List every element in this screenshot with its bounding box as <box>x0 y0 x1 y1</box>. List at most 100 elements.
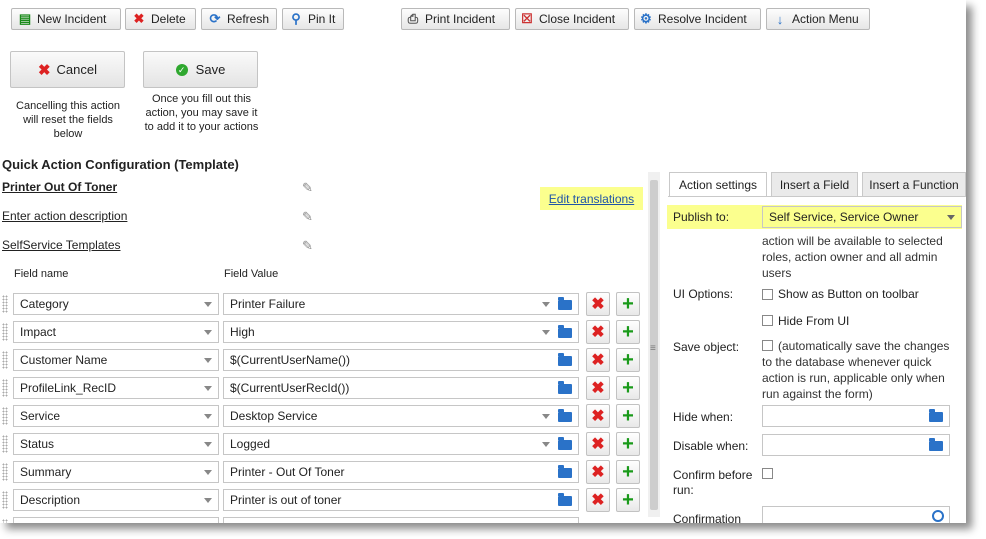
drag-handle-icon[interactable] <box>2 407 8 425</box>
delete-x-icon: ✖ <box>591 380 605 397</box>
save-button[interactable]: ✓ Save <box>143 51 258 88</box>
confirmation-input[interactable] <box>762 506 950 523</box>
remove-field-button[interactable]: ✖ <box>586 348 610 372</box>
refresh-button[interactable]: ⟳ Refresh <box>201 8 277 30</box>
cancel-button[interactable]: ✖ Cancel <box>10 51 125 88</box>
plus-icon: + <box>622 320 634 343</box>
delete-button[interactable]: ✖ Delete <box>125 8 196 30</box>
tab-insert-field[interactable]: Insert a Field <box>771 172 858 196</box>
field-value-input[interactable]: $(CurrentUserRecId()) <box>223 377 579 399</box>
remove-field-button[interactable]: ✖ <box>586 404 610 428</box>
folder-icon[interactable] <box>558 381 572 394</box>
remove-field-button[interactable]: ✖ <box>586 292 610 316</box>
field-value-text: $(CurrentUserName()) <box>230 353 351 367</box>
folder-icon[interactable] <box>558 465 572 478</box>
field-name-select[interactable]: Status <box>13 433 219 455</box>
disable-when-input[interactable] <box>762 434 950 456</box>
confirm-before-run-label: Confirm before run: <box>673 468 753 497</box>
field-name-select[interactable]: Service <box>13 405 219 427</box>
edit-description-pencil-icon[interactable]: ✎ <box>302 209 316 224</box>
field-name-select[interactable]: Customer Name <box>13 349 219 371</box>
chevron-down-icon <box>204 330 212 335</box>
remove-field-button[interactable]: ✖ <box>586 432 610 456</box>
field-name-select[interactable]: Category <box>13 293 219 315</box>
field-name-select[interactable]: Impact <box>13 321 219 343</box>
new-incident-button[interactable]: ▤ New Incident <box>11 8 121 30</box>
ui-options-label: UI Options: <box>673 287 734 301</box>
remove-field-button[interactable]: ✖ <box>586 376 610 400</box>
delete-x-icon: ✖ <box>133 11 145 26</box>
add-field-button[interactable]: + <box>616 432 640 456</box>
publish-to-value: Self Service, Service Owner <box>769 210 919 224</box>
edit-category-pencil-icon[interactable]: ✎ <box>302 238 316 253</box>
show-as-button-checkbox[interactable] <box>762 289 773 300</box>
field-value-input[interactable]: Logged <box>223 433 579 455</box>
add-field-button[interactable]: + <box>616 320 640 344</box>
drag-handle-icon[interactable] <box>2 323 8 341</box>
confirm-before-run-checkbox[interactable] <box>762 468 773 479</box>
field-name-value: Category <box>20 297 69 311</box>
globe-icon[interactable] <box>932 510 944 522</box>
close-incident-button[interactable]: ☒ Close Incident <box>515 8 629 30</box>
drag-handle-icon[interactable] <box>2 379 8 397</box>
folder-icon[interactable] <box>929 438 943 451</box>
tab-insert-function[interactable]: Insert a Function <box>862 172 966 196</box>
chevron-down-icon <box>204 358 212 363</box>
field-name-select[interactable] <box>13 517 219 523</box>
drag-handle-icon[interactable] <box>2 351 8 369</box>
drag-handle-icon[interactable] <box>2 491 8 509</box>
drag-handle-icon[interactable] <box>2 463 8 481</box>
drag-handle-icon[interactable] <box>2 295 8 313</box>
action-menu-button[interactable]: ↓ Action Menu <box>766 8 870 30</box>
pane-splitter-handle[interactable]: ≡ <box>650 343 656 354</box>
folder-icon[interactable] <box>558 493 572 506</box>
field-value-input[interactable]: Printer is out of toner <box>223 489 579 511</box>
add-field-button[interactable]: + <box>616 348 640 372</box>
add-field-button[interactable]: + <box>616 488 640 512</box>
remove-field-button[interactable]: ✖ <box>586 488 610 512</box>
field-name-select[interactable]: Summary <box>13 461 219 483</box>
hide-when-input[interactable] <box>762 405 950 427</box>
print-incident-button[interactable]: ⎙ Print Incident <box>401 8 510 30</box>
drag-handle-icon[interactable] <box>2 519 8 523</box>
field-value-input[interactable]: Printer - Out Of Toner <box>223 461 579 483</box>
close-incident-icon: ☒ <box>521 11 533 26</box>
field-value-input[interactable]: Desktop Service <box>223 405 579 427</box>
folder-icon[interactable] <box>929 409 943 422</box>
field-value-text: Printer Failure <box>230 297 306 311</box>
action-name-link[interactable]: Printer Out Of Toner <box>2 180 117 194</box>
field-value-input[interactable]: High <box>223 321 579 343</box>
add-field-button[interactable]: + <box>616 404 640 428</box>
field-value-input[interactable] <box>223 517 579 523</box>
edit-translations-link[interactable]: Edit translations <box>540 187 643 210</box>
field-row: Category Printer Failure ✖ + <box>0 290 650 318</box>
add-field-button[interactable]: + <box>616 460 640 484</box>
folder-icon[interactable] <box>558 325 572 338</box>
hide-from-ui-checkbox[interactable] <box>762 315 773 326</box>
field-value-text: Logged <box>230 437 271 451</box>
add-field-button[interactable]: + <box>616 292 640 316</box>
field-name-select[interactable]: Description <box>13 489 219 511</box>
field-value-input[interactable]: $(CurrentUserName()) <box>223 349 579 371</box>
field-value-input[interactable]: Printer Failure <box>223 293 579 315</box>
field-value-text: $(CurrentUserRecId()) <box>230 381 350 395</box>
plus-icon: + <box>622 376 634 399</box>
field-row: Service Desktop Service ✖ + <box>0 402 650 430</box>
folder-icon[interactable] <box>558 297 572 310</box>
edit-name-pencil-icon[interactable]: ✎ <box>302 180 316 195</box>
field-name-select[interactable]: ProfileLink_RecID <box>13 377 219 399</box>
publish-to-select[interactable]: Self Service, Service Owner <box>762 206 962 228</box>
add-field-button[interactable]: + <box>616 376 640 400</box>
tab-underline <box>668 196 966 197</box>
action-description-link[interactable]: Enter action description <box>2 209 127 223</box>
folder-icon[interactable] <box>558 353 572 366</box>
remove-field-button[interactable]: ✖ <box>586 320 610 344</box>
pin-it-button[interactable]: ⚲ Pin It <box>282 8 344 30</box>
tab-action-settings[interactable]: Action settings <box>669 172 767 197</box>
folder-icon[interactable] <box>558 437 572 450</box>
folder-icon[interactable] <box>558 409 572 422</box>
remove-field-button[interactable]: ✖ <box>586 460 610 484</box>
resolve-incident-button[interactable]: ⚙ Resolve Incident <box>634 8 761 30</box>
action-category-link[interactable]: SelfService Templates <box>2 238 121 252</box>
drag-handle-icon[interactable] <box>2 435 8 453</box>
